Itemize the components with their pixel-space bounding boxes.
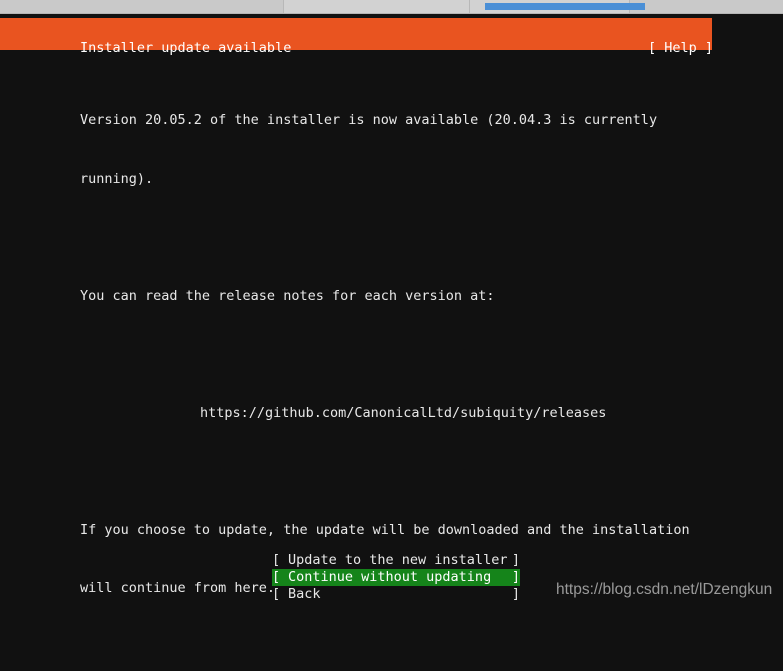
menu-item-label: Back bbox=[288, 586, 321, 602]
terminal-viewport: Installer update available [ Help ] Vers… bbox=[0, 14, 783, 602]
version-line-2: running). bbox=[80, 170, 154, 187]
paragraph-spacer-1 bbox=[80, 228, 720, 248]
browser-tab-strip bbox=[0, 0, 783, 14]
installer-screen: Installer update available [ Help ] Vers… bbox=[0, 0, 783, 602]
paragraph-spacer-3 bbox=[80, 462, 720, 482]
release-notes-intro: You can read the release notes for each … bbox=[80, 287, 495, 304]
tab-separator-3 bbox=[469, 0, 470, 14]
bracket-close-icon: ] bbox=[511, 569, 520, 585]
version-line-1: Version 20.05.2 of the installer is now … bbox=[80, 112, 658, 128]
paragraph-spacer-2 bbox=[80, 345, 720, 365]
page-load-progress-bar bbox=[485, 3, 645, 10]
tab-separator-1 bbox=[283, 0, 284, 14]
bracket-open-icon: [ bbox=[272, 552, 281, 568]
bracket-close-icon: ] bbox=[511, 552, 520, 568]
menu-item-label: Continue without updating bbox=[288, 569, 492, 585]
page-title: Installer update available bbox=[80, 40, 292, 56]
browser-tab-right[interactable] bbox=[630, 0, 783, 14]
bracket-open-icon: [ bbox=[272, 569, 281, 585]
update-behaviour-line-1: If you choose to update, the update will… bbox=[80, 521, 690, 538]
release-notes-url: https://github.com/CanonicalLtd/subiquit… bbox=[200, 404, 607, 421]
menu-item-back[interactable]: [ Back ] bbox=[272, 586, 520, 603]
browser-tab-left[interactable] bbox=[0, 0, 283, 14]
menu-item-label: Update to the new installer bbox=[288, 552, 508, 568]
menu-item-continue-without-updating[interactable]: [ Continue without updating ] bbox=[272, 569, 520, 586]
bracket-open-icon: [ bbox=[272, 586, 281, 602]
bracket-close-icon: ] bbox=[511, 586, 520, 602]
help-button[interactable]: [ Help ] bbox=[648, 40, 713, 57]
menu-item-update-installer[interactable]: [ Update to the new installer ] bbox=[272, 552, 520, 569]
installer-action-menu: [ Update to the new installer ] [ Contin… bbox=[272, 552, 520, 603]
watermark-text: https://blog.csdn.net/lDzengkun bbox=[556, 581, 773, 598]
